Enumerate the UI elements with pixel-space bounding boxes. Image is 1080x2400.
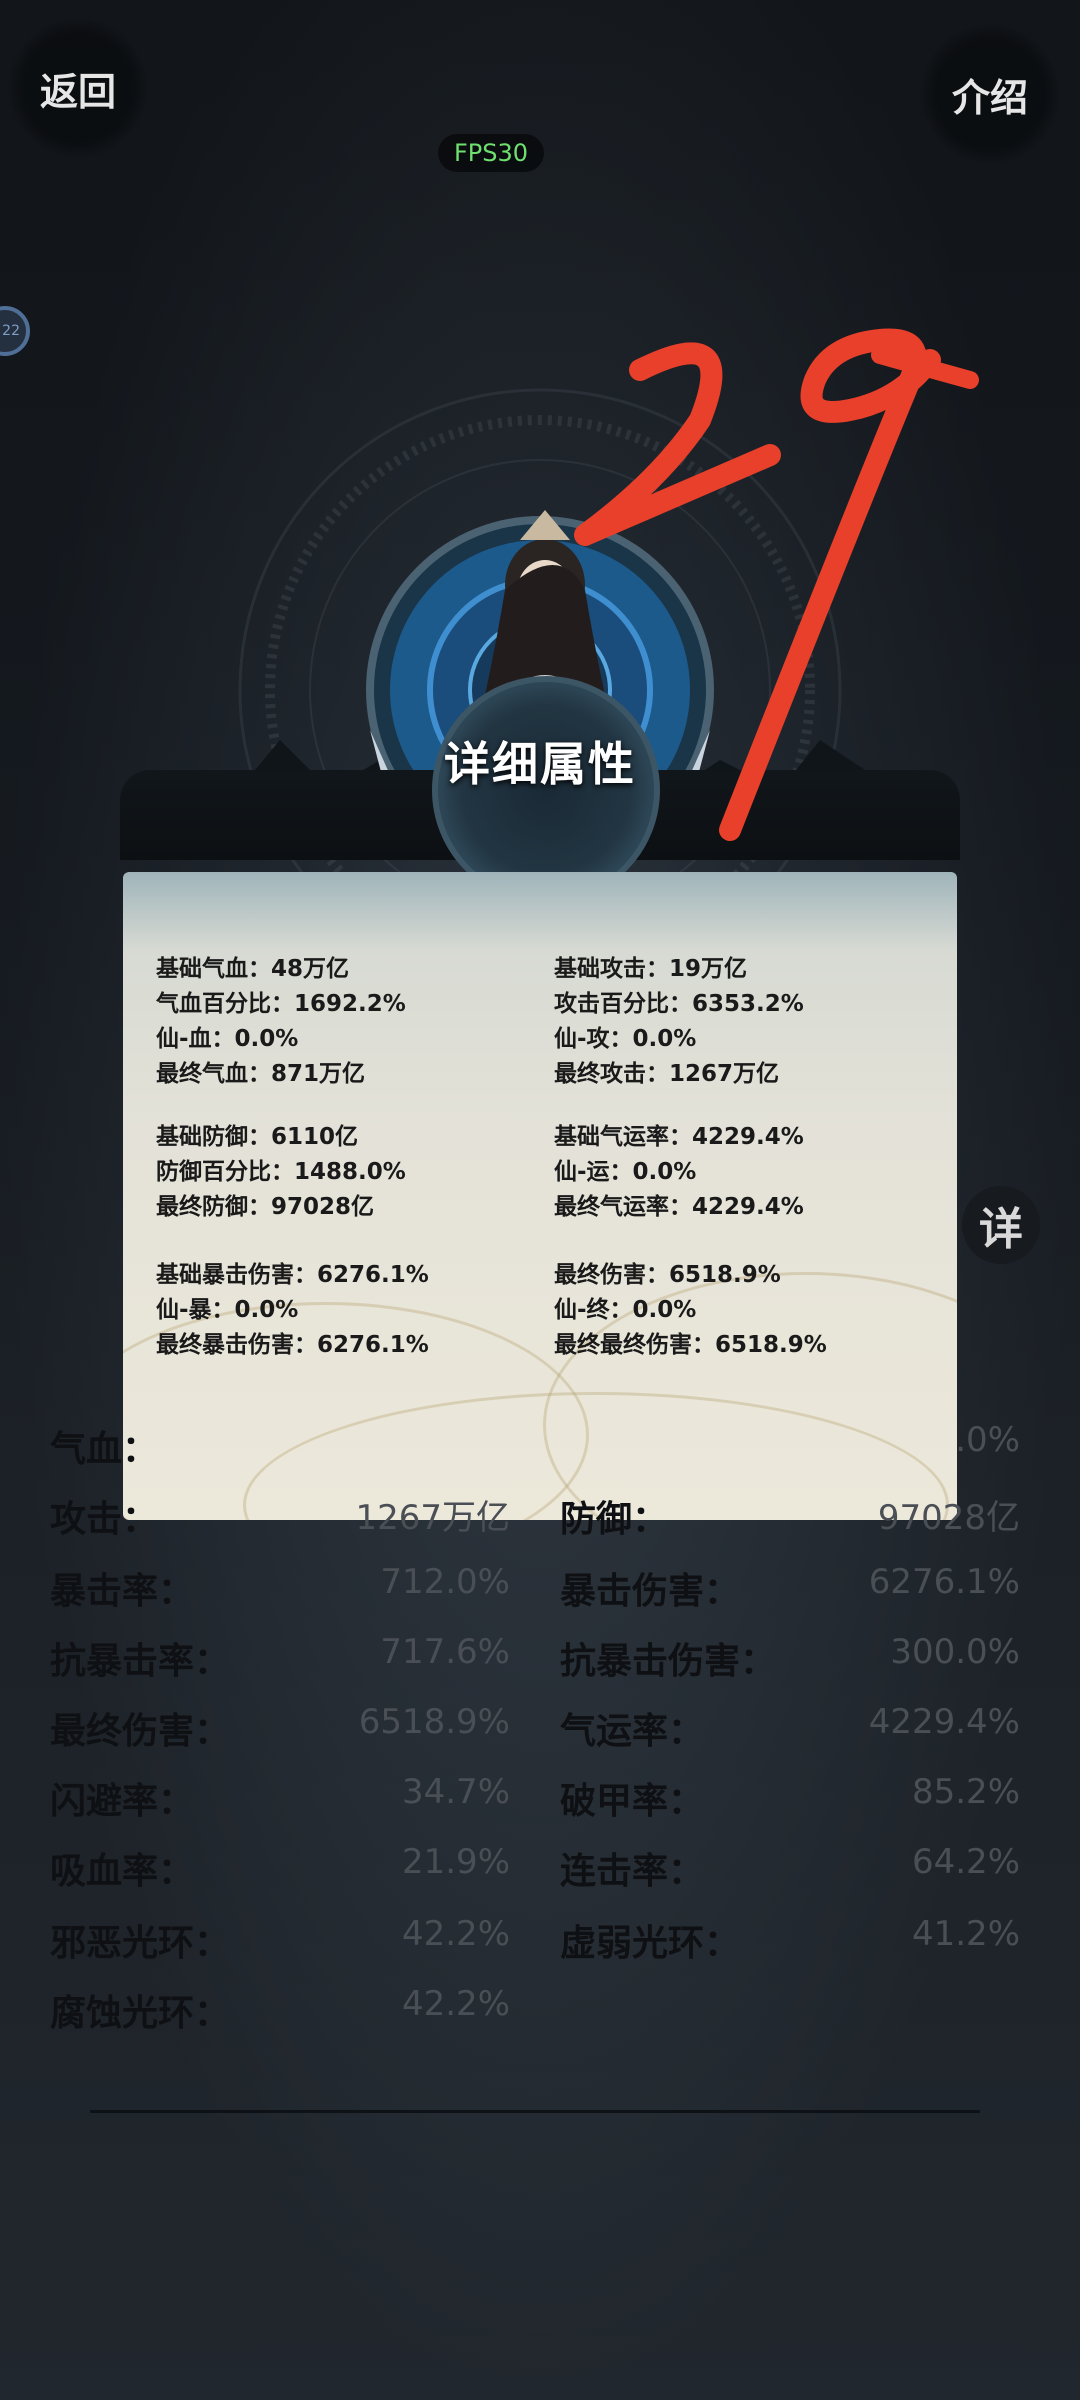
stat-line: 基础气血：48万亿 <box>156 956 350 982</box>
stat-label: 防御： <box>560 1499 669 1540</box>
stat-label: 吸血率： <box>50 1851 195 1892</box>
stat-value: 6518.9% <box>358 1702 510 1742</box>
stat-label: 最终伤害： <box>50 1711 231 1752</box>
stat-group-crit: 基础暴击伤害：6276.1% 仙-暴：0.0% 最终暴击伤害：6276.1% <box>156 1258 429 1363</box>
stat-value: 717.6% <box>380 1632 510 1672</box>
stat-line: 最终防御：97028亿 <box>156 1194 375 1220</box>
stat-row: 最终伤害： 6518.9% <box>50 1702 510 1762</box>
stat-line: 气血百分比：1692.2% <box>156 991 406 1017</box>
stat-value: 85.2% <box>911 1772 1020 1812</box>
stat-row: 连击率： 64.2% <box>560 1842 1020 1902</box>
stat-value: 97028亿 <box>877 1498 1020 1538</box>
stat-label: 邪恶光环： <box>50 1923 231 1964</box>
stat-label: 暴击伤害： <box>560 1571 741 1612</box>
stat-label: 气血： <box>50 1429 159 1470</box>
stat-row: 暴击伤害： 6276.1% <box>560 1562 1020 1622</box>
divider <box>90 2110 980 2113</box>
stat-row: 防御： 97028亿 <box>560 1490 1020 1550</box>
stat-row: .0% <box>560 1420 1020 1480</box>
stat-label: 虚弱光环： <box>560 1923 741 1964</box>
stat-row: 暴击率： 712.0% <box>50 1562 510 1622</box>
stat-row: 破甲率： 85.2% <box>560 1772 1020 1832</box>
stat-label: 闪避率： <box>50 1781 195 1822</box>
stat-line: 防御百分比：1488.0% <box>156 1159 406 1185</box>
stat-row: 抗暴击率： 717.6% <box>50 1632 510 1692</box>
stat-value: 300.0% <box>890 1632 1020 1672</box>
stat-line: 仙-终：0.0% <box>554 1297 697 1323</box>
stat-value: 4229.4% <box>868 1702 1020 1742</box>
stat-line: 最终气运率：4229.4% <box>554 1194 804 1220</box>
detail-side-button[interactable]: 详 <box>962 1186 1040 1264</box>
stat-value: 42.2% <box>401 1914 510 1954</box>
stat-value: 34.7% <box>401 1772 510 1812</box>
stat-line: 最终暴击伤害：6276.1% <box>156 1332 429 1358</box>
stat-row: 气血： <box>50 1420 510 1480</box>
stat-line: 最终最终伤害：6518.9% <box>554 1332 827 1358</box>
stat-row: 邪恶光环： 42.2% <box>50 1914 510 1974</box>
stat-value: .0% <box>955 1420 1020 1460</box>
stat-row: 闪避率： 34.7% <box>50 1772 510 1832</box>
stat-group-luck: 基础气运率：4229.4% 仙-运：0.0% 最终气运率：4229.4% <box>554 1120 804 1225</box>
stat-label: 破甲率： <box>560 1781 705 1822</box>
detail-side-label: 详 <box>979 1204 1023 1255</box>
stat-line: 攻击百分比：6353.2% <box>554 991 804 1017</box>
stat-row: 吸血率： 21.9% <box>50 1842 510 1902</box>
stat-line: 基础防御：6110亿 <box>156 1124 359 1150</box>
stat-group-defense: 基础防御：6110亿 防御百分比：1488.0% 最终防御：97028亿 <box>156 1120 406 1225</box>
stat-line: 仙-血：0.0% <box>156 1026 299 1052</box>
stat-value: 42.2% <box>401 1984 510 2024</box>
stat-value: 1267万亿 <box>355 1498 510 1538</box>
stat-row: 气运率： 4229.4% <box>560 1702 1020 1762</box>
handwritten-annotation <box>574 328 979 841</box>
stat-label: 抗暴击率： <box>50 1641 231 1682</box>
stat-label: 腐蚀光环： <box>50 1993 231 2034</box>
stat-line: 仙-攻：0.0% <box>554 1026 697 1052</box>
stat-line: 基础气运率：4229.4% <box>554 1124 804 1150</box>
stat-label: 气运率： <box>560 1711 705 1752</box>
stat-value: 712.0% <box>380 1562 510 1602</box>
stat-row: 腐蚀光环： 42.2% <box>50 1984 510 2044</box>
stat-line: 最终气血：871万亿 <box>156 1061 366 1087</box>
stat-label: 抗暴击伤害： <box>560 1641 777 1682</box>
stat-row: 攻击： 1267万亿 <box>50 1490 510 1550</box>
stat-value: 21.9% <box>401 1842 510 1882</box>
stat-value: 41.2% <box>911 1914 1020 1954</box>
stat-label: 连击率： <box>560 1851 705 1892</box>
stat-group-health: 基础气血：48万亿 气血百分比：1692.2% 仙-血：0.0% 最终气血：87… <box>156 952 406 1092</box>
stat-value: 64.2% <box>911 1842 1020 1882</box>
stat-line: 仙-运：0.0% <box>554 1159 697 1185</box>
stat-row: 虚弱光环： 41.2% <box>560 1914 1020 1974</box>
stat-group-attack: 基础攻击：19万亿 攻击百分比：6353.2% 仙-攻：0.0% 最终攻击：12… <box>554 952 804 1092</box>
stat-label: 暴击率： <box>50 1571 195 1612</box>
stat-line: 基础攻击：19万亿 <box>554 956 748 982</box>
stat-line: 最终攻击：1267万亿 <box>554 1061 780 1087</box>
stat-label: 攻击： <box>50 1499 159 1540</box>
stat-line: 最终伤害：6518.9% <box>554 1262 781 1288</box>
stat-line: 仙-暴：0.0% <box>156 1297 299 1323</box>
stat-group-final-damage: 最终伤害：6518.9% 仙-终：0.0% 最终最终伤害：6518.9% <box>554 1258 827 1363</box>
stat-value: 6276.1% <box>868 1562 1020 1602</box>
stat-line: 基础暴击伤害：6276.1% <box>156 1262 429 1288</box>
stat-row: 抗暴击伤害： 300.0% <box>560 1632 1020 1692</box>
